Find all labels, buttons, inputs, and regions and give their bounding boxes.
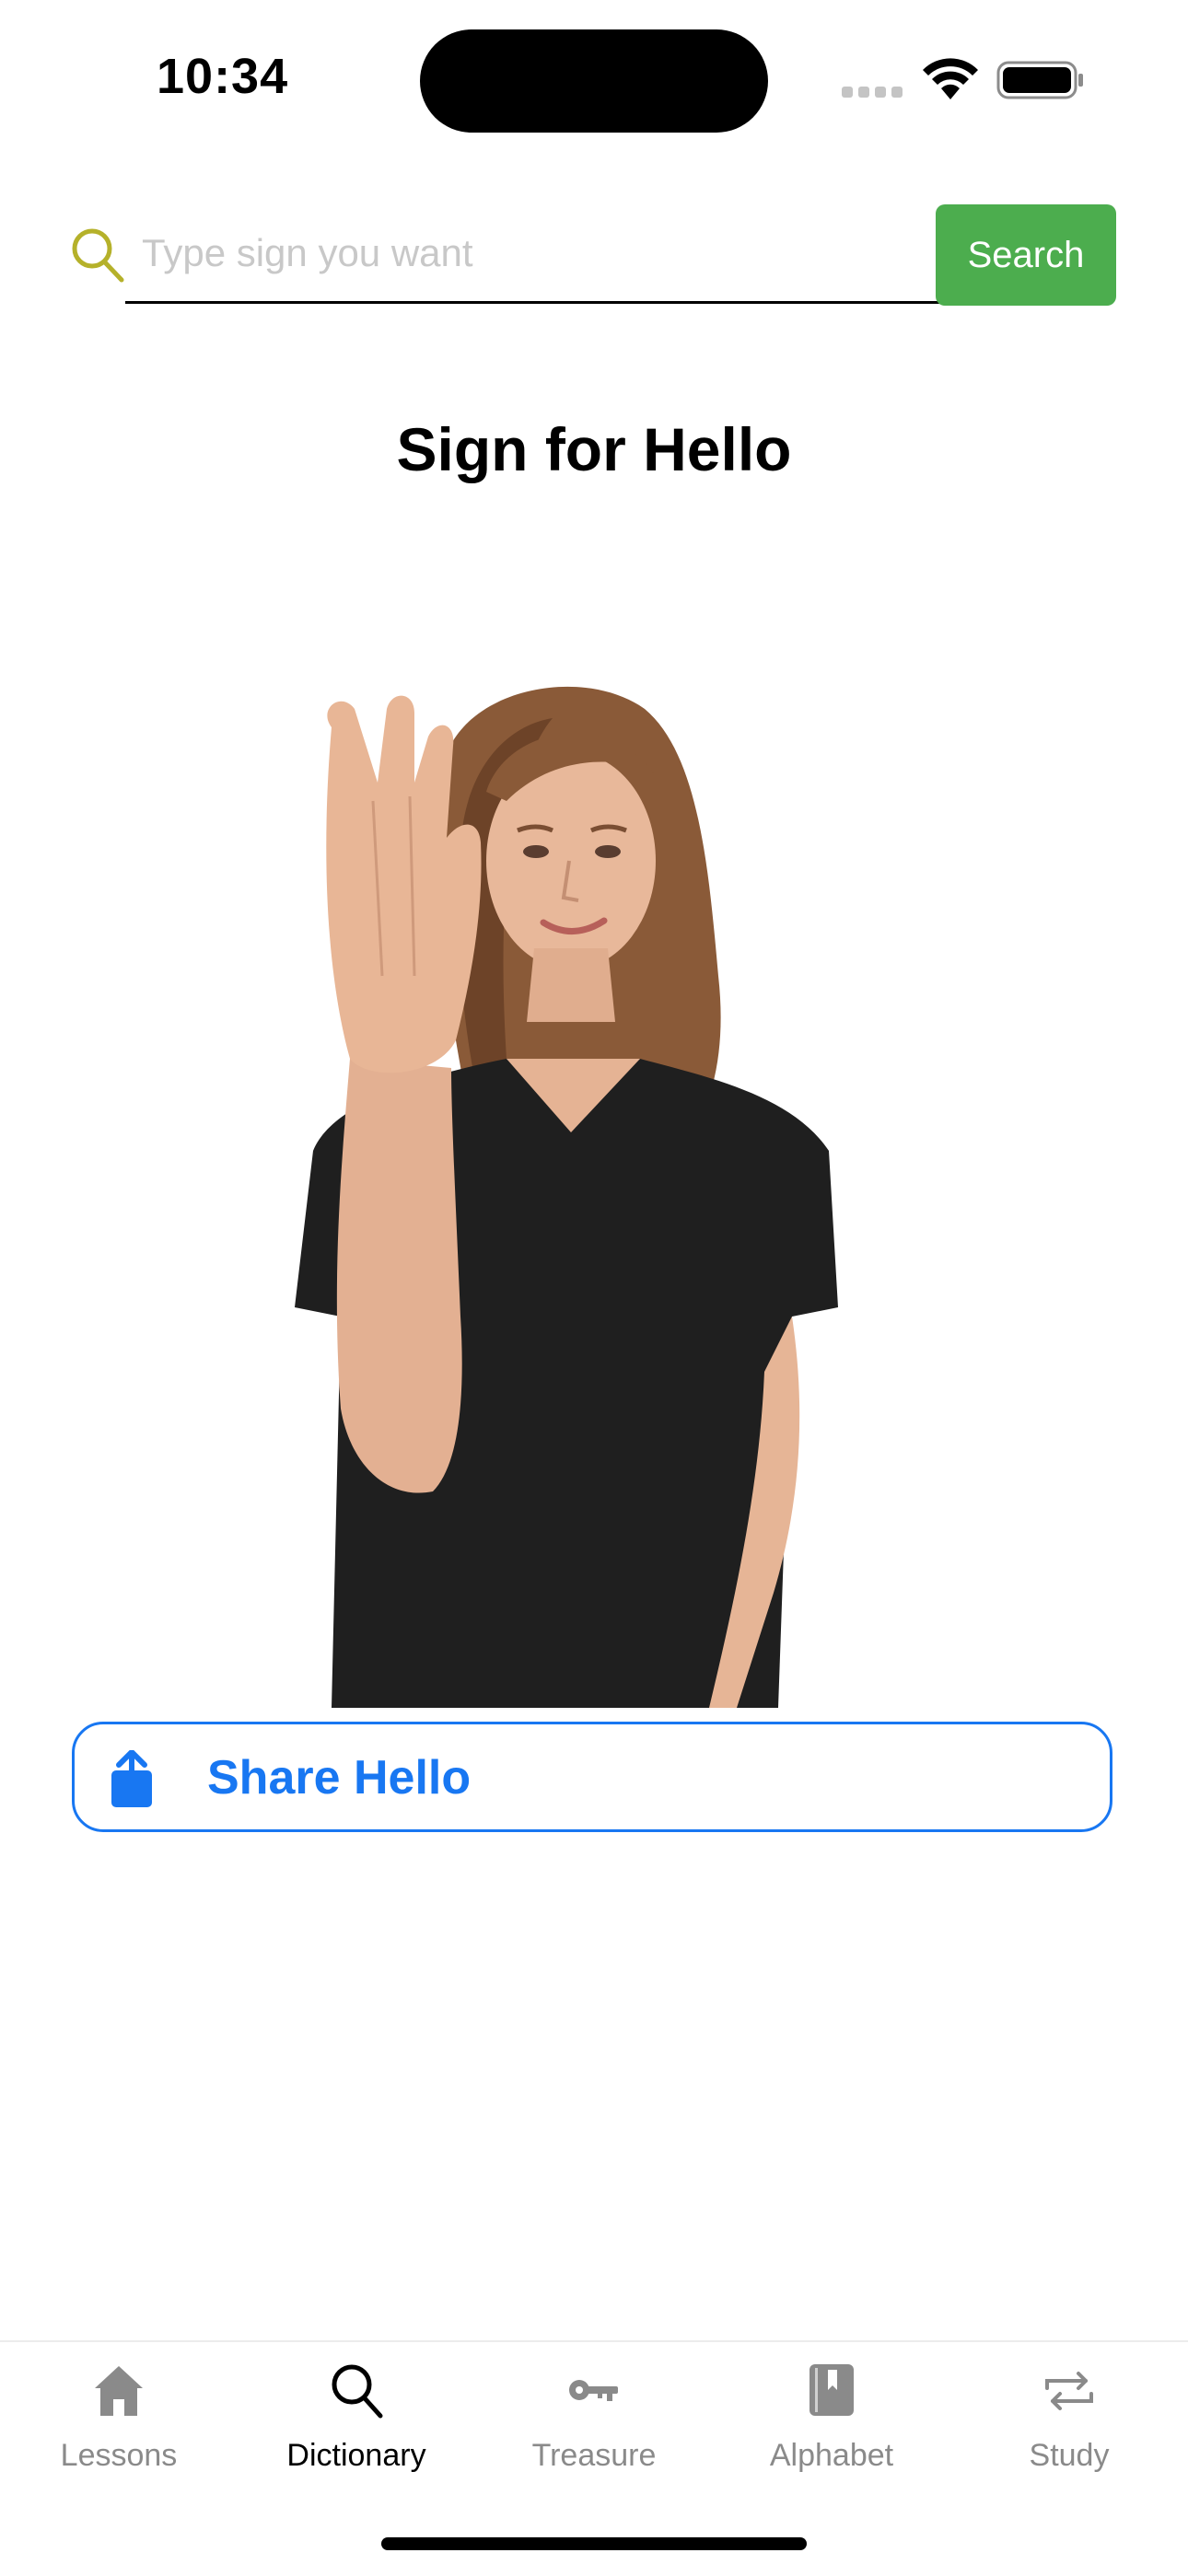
magnifying-glass-icon	[332, 2364, 383, 2419]
tab-alphabet[interactable]: Alphabet	[713, 2342, 950, 2499]
tab-lessons[interactable]: Lessons	[0, 2342, 238, 2499]
search-bar: Search	[70, 204, 1116, 307]
cellular-signal-icon	[842, 87, 904, 98]
house-icon	[95, 2366, 143, 2416]
status-bar: 10:34	[0, 0, 1188, 157]
page-title: Sign for Hello	[396, 415, 792, 483]
share-label: Share Hello	[207, 1751, 472, 1804]
status-time: 10:34	[157, 49, 289, 104]
tab-label: Lessons	[60, 2438, 178, 2473]
tab-study[interactable]: Study	[950, 2342, 1188, 2499]
tab-dictionary[interactable]: Dictionary	[238, 2342, 475, 2499]
key-icon	[569, 2380, 618, 2401]
dynamic-island	[420, 29, 768, 133]
wifi-icon	[923, 58, 978, 99]
search-button[interactable]: Search	[936, 204, 1116, 306]
share-icon	[111, 1750, 152, 1807]
tab-label: Dictionary	[286, 2438, 426, 2473]
repeat-arrows-icon	[1045, 2372, 1093, 2410]
tab-treasure[interactable]: Treasure	[475, 2342, 713, 2499]
tab-label: Treasure	[531, 2438, 657, 2473]
battery-icon	[996, 61, 1083, 99]
search-input[interactable]	[125, 204, 1006, 304]
tab-label: Study	[1029, 2438, 1110, 2473]
book-icon	[809, 2364, 854, 2416]
search-icon	[72, 228, 124, 283]
share-button[interactable]: Share Hello	[72, 1722, 1112, 1832]
tab-label: Alphabet	[769, 2438, 894, 2473]
sign-video[interactable]	[276, 672, 884, 1708]
home-indicator[interactable]	[381, 2537, 807, 2550]
